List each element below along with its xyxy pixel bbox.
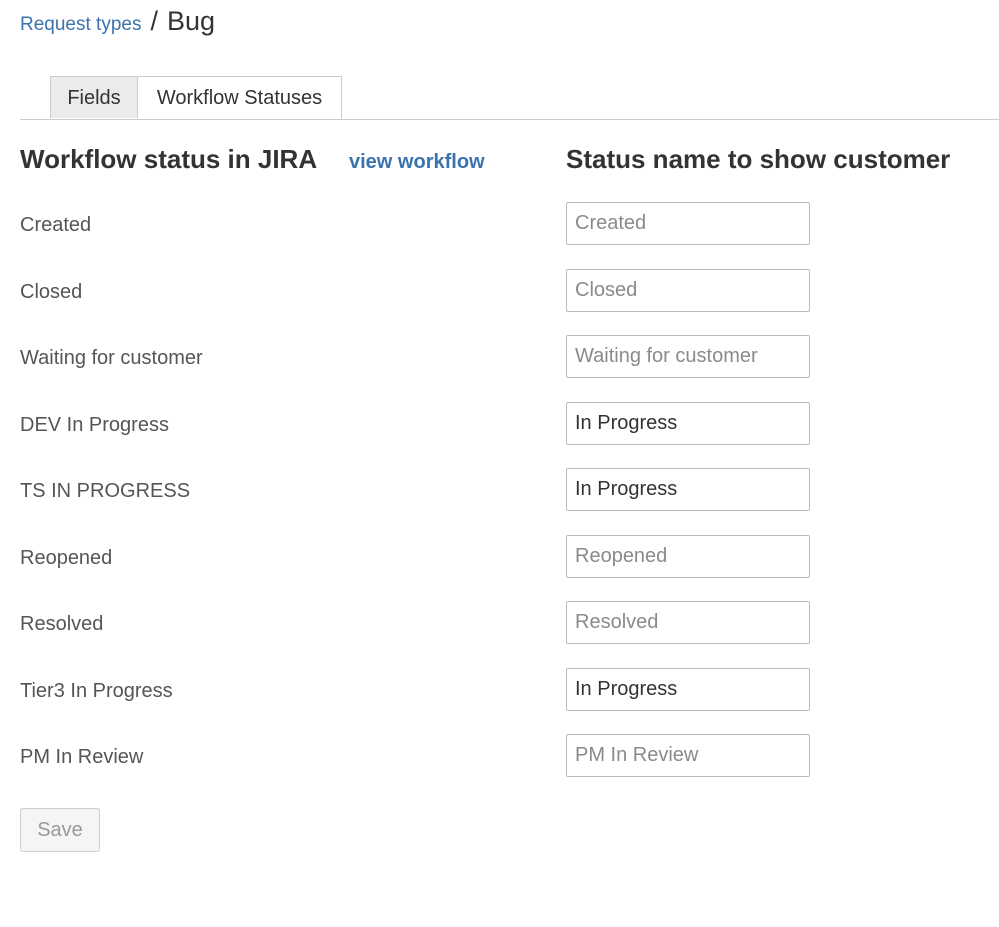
status-label-closed: Closed [20,281,83,303]
status-input-created[interactable] [566,202,810,245]
status-label-dev-in-progress: DEV In Progress [20,414,169,436]
status-label-tier3-in-progress: Tier3 In Progress [20,680,173,702]
breadcrumb-separator: / [150,6,158,36]
status-label-created: Created [20,214,92,236]
tab-fields[interactable]: Fields [50,76,138,118]
tab-bar: Fields Workflow Statuses [20,76,999,120]
heading-status-name-customer: Status name to show customer [566,144,951,174]
status-input-ts-in-progress[interactable] [566,468,810,511]
status-input-reopened[interactable] [566,535,810,578]
save-button[interactable]: Save [20,808,100,852]
status-input-waiting-for-customer[interactable] [566,335,810,378]
heading-workflow-status: Workflow status in JIRA [20,144,318,174]
tab-workflow-statuses[interactable]: Workflow Statuses [137,76,342,119]
status-label-ts-in-progress: TS IN PROGRESS [20,480,191,502]
status-input-resolved[interactable] [566,601,810,644]
status-label-waiting-for-customer: Waiting for customer [20,347,203,369]
status-input-pm-in-review[interactable] [566,734,810,777]
status-label-resolved: Resolved [20,613,104,635]
breadcrumb-link-request-types[interactable]: Request types [20,14,141,36]
status-label-reopened: Reopened [20,547,113,569]
status-label-pm-in-review: PM In Review [20,746,144,768]
status-input-dev-in-progress[interactable] [566,402,810,445]
breadcrumb: Request types / Bug [20,6,215,40]
status-input-tier3-in-progress[interactable] [566,668,810,711]
page-title: Bug [166,6,216,36]
view-workflow-link[interactable]: view workflow [349,151,485,174]
status-input-closed[interactable] [566,269,810,312]
